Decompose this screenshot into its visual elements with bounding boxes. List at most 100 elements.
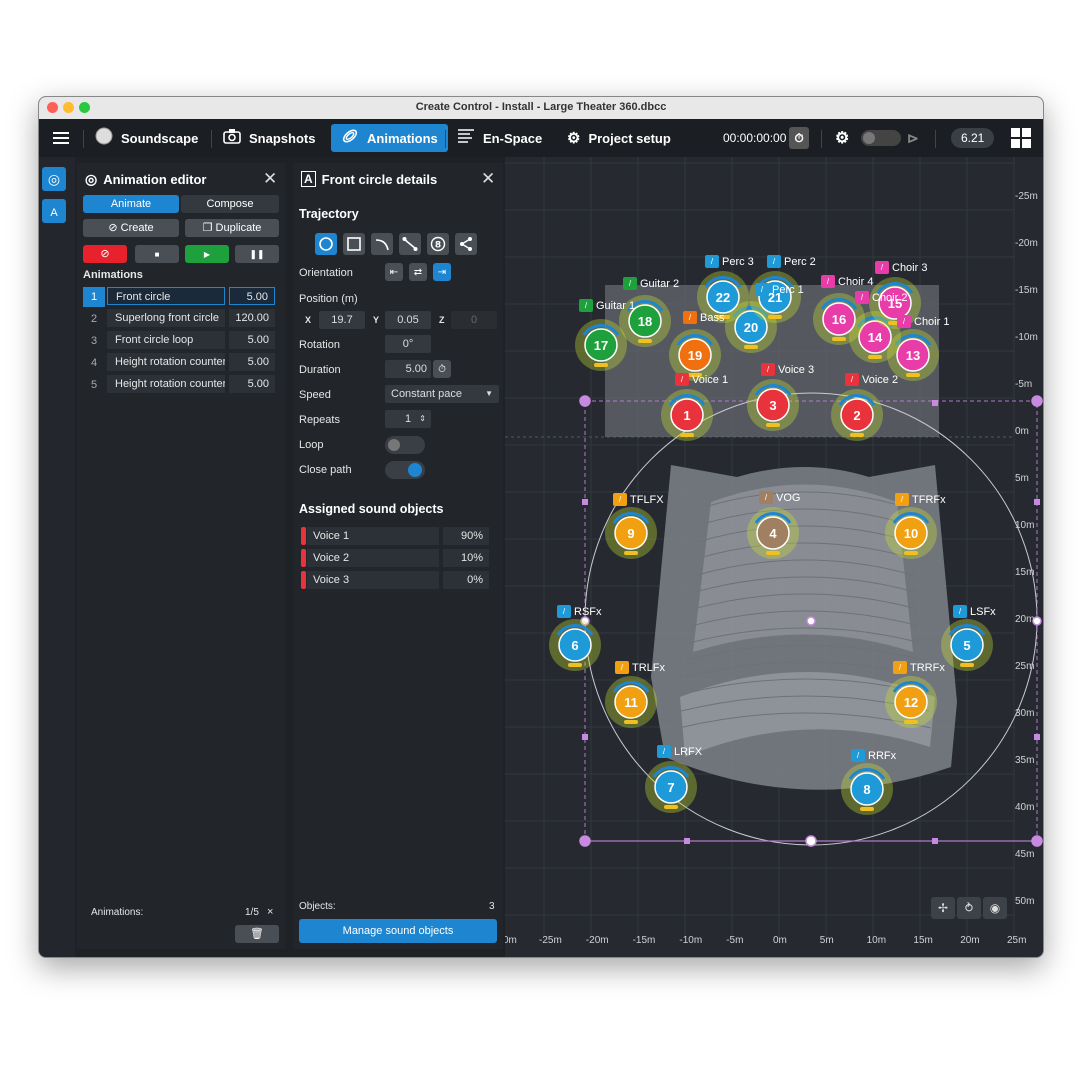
sound-object-label[interactable]: / Voice 2 (845, 373, 898, 386)
play-button[interactable]: ⊳ (907, 124, 919, 152)
footer-close-icon[interactable]: × (267, 906, 273, 918)
left-tool-strip: ◎ A (39, 157, 75, 957)
assigned-object-row[interactable]: Voice 2 10% (301, 549, 491, 567)
menu-animations[interactable]: Animations (331, 124, 448, 152)
orientation-swap-button[interactable]: ⇄ (409, 263, 427, 281)
object-label-text: Guitar 1 (596, 299, 636, 312)
object-details-toggle[interactable]: A (42, 199, 66, 223)
speed-select[interactable]: Constant pace ▼ (385, 385, 499, 403)
circle-trajectory-button[interactable] (315, 233, 337, 255)
sound-object-label[interactable]: / Guitar 1 (579, 299, 635, 312)
soundscape-canvas[interactable]: 1 2 3 4 5 6 7 8 9 10 11 12 13 14 15 16 17 18 19 20 21 22 -25m… (505, 157, 1043, 957)
sound-object-label[interactable]: / Choir 1 (897, 315, 949, 328)
panel-title: Animation editor (103, 172, 207, 187)
close-path-toggle[interactable] (385, 461, 425, 479)
assigned-object-row[interactable]: Voice 3 0% (301, 571, 491, 589)
line-trajectory-button[interactable] (399, 233, 421, 255)
sound-object-label[interactable]: / Guitar 2 (623, 277, 679, 290)
repeats-stepper[interactable]: 1 ⇕ (385, 410, 431, 428)
sound-object-label[interactable]: / LRFX (657, 745, 702, 758)
zoom-fit-button[interactable]: ✢ (931, 897, 955, 919)
hamburger-menu-button[interactable] (53, 124, 69, 152)
sound-object-label[interactable]: / VOG (759, 491, 800, 504)
animation-duration[interactable]: 5.00 (229, 287, 275, 305)
repeats-value: 1 (404, 413, 412, 425)
sound-object-label[interactable]: / Perc 3 (705, 255, 754, 268)
sound-object-label[interactable]: / Bass (683, 311, 724, 324)
rotation-field[interactable]: 0° (385, 335, 431, 353)
animation-editor-toggle[interactable]: ◎ (42, 167, 66, 191)
sound-object-label[interactable]: / Perc 2 (767, 255, 816, 268)
position-z-field[interactable]: 0 (451, 311, 497, 329)
figure-eight-trajectory-button[interactable]: 8 (427, 233, 449, 255)
animation-name[interactable]: Height rotation counter (107, 353, 225, 371)
animation-name[interactable]: Front circle (107, 287, 225, 305)
sound-object-label[interactable]: / Perc 1 (755, 283, 804, 296)
play-button[interactable]: ▶ (185, 245, 229, 263)
position-y-field[interactable]: 0.05 (385, 311, 431, 329)
arc-trajectory-button[interactable] (371, 233, 393, 255)
stop-button[interactable]: ■ (135, 245, 179, 263)
menu-snapshots[interactable]: Snapshots (223, 124, 315, 152)
loop-toggle[interactable] (385, 436, 425, 454)
menu-soundscape[interactable]: Soundscape (95, 124, 198, 152)
duration-field[interactable]: 5.00 (385, 360, 431, 378)
animation-duration[interactable]: 5.00 (229, 353, 275, 371)
settings-button[interactable]: ⚙ (835, 124, 849, 152)
animation-name[interactable]: Height rotation counter (107, 375, 225, 393)
sound-object-label[interactable]: / RSFx (557, 605, 602, 618)
record-button[interactable]: ⊘ (83, 245, 127, 263)
animation-name[interactable]: Front circle loop (107, 331, 225, 349)
play-toggle[interactable] (861, 130, 901, 146)
sound-object-label[interactable]: / TRRFx (893, 661, 945, 674)
animation-duration[interactable]: 120.00 (229, 309, 275, 327)
object-weight[interactable]: 0% (443, 571, 489, 589)
visibility-button[interactable]: ◉ (983, 897, 1007, 919)
sound-object-label[interactable]: / LSFx (953, 605, 996, 618)
close-icon[interactable]: ✕ (263, 169, 277, 189)
position-x-field[interactable]: 19.7 (319, 311, 365, 329)
delete-button[interactable]: 🗑 (235, 925, 279, 943)
sound-object-label[interactable]: / Choir 2 (855, 291, 907, 304)
animation-duration[interactable]: 5.00 (229, 331, 275, 349)
soundscape-map[interactable]: 1 234567 89 1011 1213141516171819202122 (505, 157, 1043, 957)
manage-sound-objects-button[interactable]: Manage sound objects (299, 919, 497, 943)
create-button[interactable]: ⊘ Create (83, 219, 179, 237)
close-icon[interactable]: ✕ (481, 169, 495, 189)
orientation-right-button[interactable]: ⇥ (433, 263, 451, 281)
path-trajectory-button[interactable] (455, 233, 477, 255)
sound-object-label[interactable]: / Choir 3 (875, 261, 927, 274)
animation-row[interactable]: 2 Superlong front circle 120.00 (83, 309, 281, 329)
sound-object-label[interactable]: / TRLFx (615, 661, 665, 674)
sound-object-label[interactable]: / TFRFx (895, 493, 946, 506)
tab-compose[interactable]: Compose (181, 195, 279, 213)
assigned-object-row[interactable]: Voice 1 90% (301, 527, 491, 545)
sound-object-label[interactable]: / Choir 4 (821, 275, 873, 288)
sound-object-label[interactable]: / Voice 1 (675, 373, 728, 386)
soundscape-icon (95, 127, 113, 149)
animation-row[interactable]: 1 Front circle 5.00 (83, 287, 281, 307)
duplicate-button[interactable]: ❐ Duplicate (185, 219, 279, 237)
menu-project-setup[interactable]: ⚙ Project setup (567, 124, 671, 152)
orbit-view-button[interactable]: ⥁ (957, 897, 981, 919)
orientation-left-button[interactable]: ⇤ (385, 263, 403, 281)
tab-animate[interactable]: Animate (83, 195, 179, 213)
timer-button[interactable]: ⏱ (789, 127, 809, 149)
menu-en-space[interactable]: En-Space (457, 124, 542, 152)
sound-object-label[interactable]: / TFLFX (613, 493, 664, 506)
duration-timer-button[interactable]: ⏱ (433, 360, 451, 378)
sound-object-label[interactable]: / Voice 3 (761, 363, 814, 376)
object-weight[interactable]: 10% (443, 549, 489, 567)
sound-object-label[interactable]: / RRFx (851, 749, 896, 762)
rectangle-trajectory-button[interactable] (343, 233, 365, 255)
sound-object-number: 3 (769, 398, 776, 413)
animation-name[interactable]: Superlong front circle (107, 309, 225, 327)
object-weight[interactable]: 90% (443, 527, 489, 545)
animation-row[interactable]: 3 Front circle loop 5.00 (83, 331, 281, 351)
animation-row[interactable]: 4 Height rotation counter 5.00 (83, 353, 281, 373)
animation-duration[interactable]: 5.00 (229, 375, 275, 393)
layout-button[interactable] (1011, 124, 1031, 152)
pause-button[interactable]: ❚❚ (235, 245, 279, 263)
animation-row[interactable]: 5 Height rotation counter 5.00 (83, 375, 281, 395)
gears-icon: ⚙ (567, 130, 581, 147)
